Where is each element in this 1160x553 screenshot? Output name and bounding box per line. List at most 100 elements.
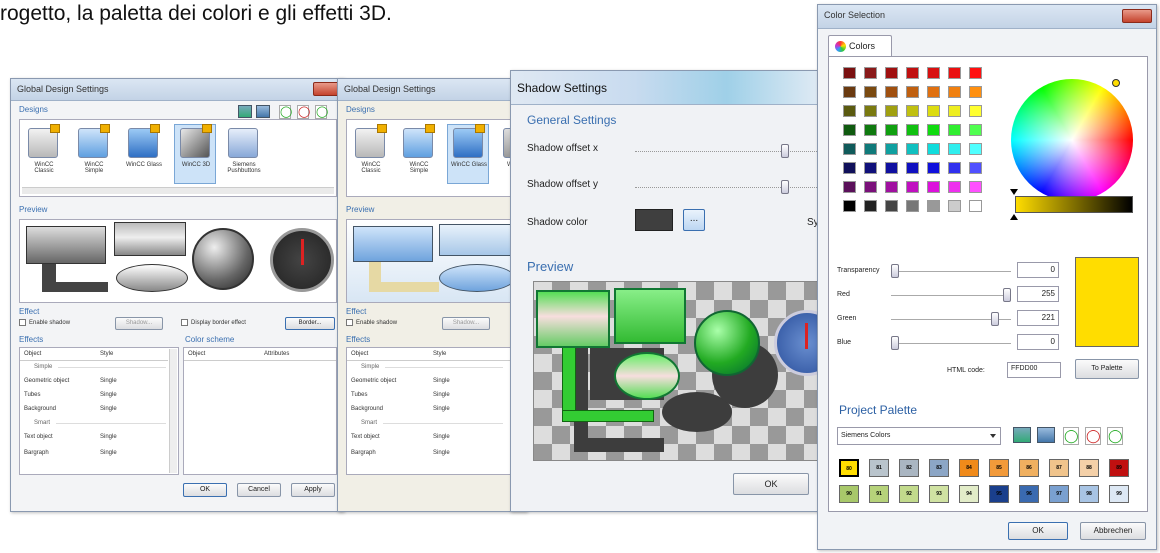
color-swatch[interactable] — [969, 200, 982, 212]
color-swatch[interactable] — [948, 124, 961, 136]
table-cell[interactable]: Single — [433, 406, 450, 412]
table-row[interactable]: Geometric object — [24, 378, 69, 384]
color-swatch[interactable] — [843, 124, 856, 136]
html-code-field[interactable]: FFDD00 — [1007, 362, 1061, 378]
color-swatch[interactable] — [969, 162, 982, 174]
table-cell[interactable]: Single — [433, 378, 450, 384]
export-icon[interactable] — [256, 105, 270, 118]
color-swatch[interactable] — [843, 162, 856, 174]
offset-y-track[interactable] — [635, 187, 819, 188]
effects-table[interactable]: Object Style Simple Geometric object Sin… — [19, 347, 179, 475]
palette-color-chip[interactable]: 89 — [1109, 459, 1129, 477]
palette-color-chip[interactable]: 98 — [1079, 485, 1099, 503]
table-cell[interactable]: Single — [100, 406, 117, 412]
blue-slider-thumb[interactable] — [891, 336, 899, 350]
color-swatch[interactable] — [885, 200, 898, 212]
ok-button[interactable]: OK — [183, 483, 227, 497]
table-row[interactable]: Tubes — [24, 392, 40, 398]
color-swatch[interactable] — [906, 124, 919, 136]
palette-color-chip[interactable]: 90 — [839, 485, 859, 503]
color-swatch[interactable] — [906, 105, 919, 117]
color-swatch[interactable] — [864, 143, 877, 155]
palette-remove-icon[interactable]: ◯ — [1085, 427, 1101, 445]
palette-add-icon[interactable]: ◯ — [1063, 427, 1079, 445]
palette-color-chip[interactable]: 92 — [899, 485, 919, 503]
color-swatch[interactable] — [948, 67, 961, 79]
designs-list[interactable]: WinCC Classic WinCC Simple WinCC Glass W… — [346, 119, 526, 197]
color-swatch[interactable] — [885, 181, 898, 193]
effects-scrollbar[interactable] — [169, 349, 177, 473]
color-swatch[interactable] — [843, 143, 856, 155]
cancel-button[interactable]: Cancel — [237, 483, 281, 497]
color-swatch[interactable] — [948, 200, 961, 212]
palette-color-chip[interactable]: 81 — [869, 459, 889, 477]
color-swatch[interactable] — [969, 143, 982, 155]
shadow-button[interactable]: Shadow... — [115, 317, 163, 330]
color-scheme-table[interactable]: Object Attributes — [183, 347, 337, 475]
close-button[interactable] — [1122, 9, 1152, 23]
import-icon[interactable] — [238, 105, 252, 118]
color-swatch[interactable] — [843, 67, 856, 79]
green-field[interactable]: 221 — [1017, 310, 1059, 326]
color-swatch[interactable] — [948, 86, 961, 98]
transparency-track[interactable] — [891, 271, 1011, 272]
palette-color-chip[interactable]: 94 — [959, 485, 979, 503]
color-swatch[interactable] — [843, 181, 856, 193]
colors-tab[interactable]: Colors — [828, 35, 892, 57]
green-slider-thumb[interactable] — [991, 312, 999, 326]
border-button[interactable]: Border... — [285, 317, 335, 330]
palette-select[interactable]: Siemens Colors — [837, 427, 1001, 445]
color-swatch[interactable] — [843, 86, 856, 98]
color-swatch[interactable] — [927, 200, 940, 212]
palette-import-icon[interactable] — [1013, 427, 1031, 443]
color-swatch[interactable] — [885, 86, 898, 98]
table-row[interactable]: Text object — [351, 434, 380, 440]
palette-color-chip[interactable]: 96 — [1019, 485, 1039, 503]
blue-track[interactable] — [891, 343, 1011, 344]
palette-color-chip[interactable]: 87 — [1049, 459, 1069, 477]
color-swatch[interactable] — [969, 67, 982, 79]
table-cell[interactable]: Single — [100, 434, 117, 440]
color-swatch[interactable] — [969, 86, 982, 98]
color-swatch[interactable] — [906, 67, 919, 79]
color-swatch[interactable] — [927, 181, 940, 193]
color-swatch[interactable] — [864, 162, 877, 174]
ok-button[interactable]: OK — [1008, 522, 1068, 540]
design-tile-siemens-pushbuttons[interactable] — [228, 128, 258, 158]
color-swatch[interactable] — [906, 143, 919, 155]
table-cell[interactable]: Single — [433, 450, 450, 456]
color-swatch[interactable] — [906, 200, 919, 212]
color-swatch[interactable] — [927, 105, 940, 117]
blue-field[interactable]: 0 — [1017, 334, 1059, 350]
palette-color-chip[interactable]: 97 — [1049, 485, 1069, 503]
table-cell[interactable]: Single — [100, 392, 117, 398]
palette-color-chip[interactable]: 95 — [989, 485, 1009, 503]
color-swatch[interactable] — [948, 162, 961, 174]
add-icon[interactable]: ◯ — [279, 105, 292, 119]
offset-y-slider-thumb[interactable] — [781, 180, 789, 194]
designs-scrollbar[interactable] — [22, 187, 334, 194]
palette-color-chip[interactable]: 93 — [929, 485, 949, 503]
palette-export-icon[interactable] — [1037, 427, 1055, 443]
color-swatch[interactable] — [843, 200, 856, 212]
abbrechen-button[interactable]: Abbrechen — [1080, 522, 1146, 540]
transparency-field[interactable]: 0 — [1017, 262, 1059, 278]
color-swatch[interactable] — [927, 124, 940, 136]
table-row[interactable]: Background — [351, 406, 383, 412]
table-row[interactable]: Background — [24, 406, 56, 412]
color-swatch[interactable] — [864, 86, 877, 98]
brightness-marker-bottom-icon[interactable] — [1010, 214, 1018, 220]
to-palette-button[interactable]: To Palette — [1075, 359, 1139, 379]
palette-copy-icon[interactable]: ◯ — [1107, 427, 1123, 445]
ok-button[interactable]: OK — [733, 473, 809, 495]
palette-color-chip[interactable]: 99 — [1109, 485, 1129, 503]
color-wheel[interactable] — [1011, 79, 1133, 201]
color-swatch[interactable] — [864, 105, 877, 117]
color-swatch[interactable] — [948, 143, 961, 155]
table-row[interactable]: Bargraph — [351, 450, 376, 456]
table-cell[interactable]: Single — [100, 378, 117, 384]
offset-x-track[interactable] — [635, 151, 819, 152]
color-swatch[interactable] — [864, 200, 877, 212]
table-cell[interactable]: Single — [100, 450, 117, 456]
brightness-marker-top-icon[interactable] — [1010, 189, 1018, 195]
